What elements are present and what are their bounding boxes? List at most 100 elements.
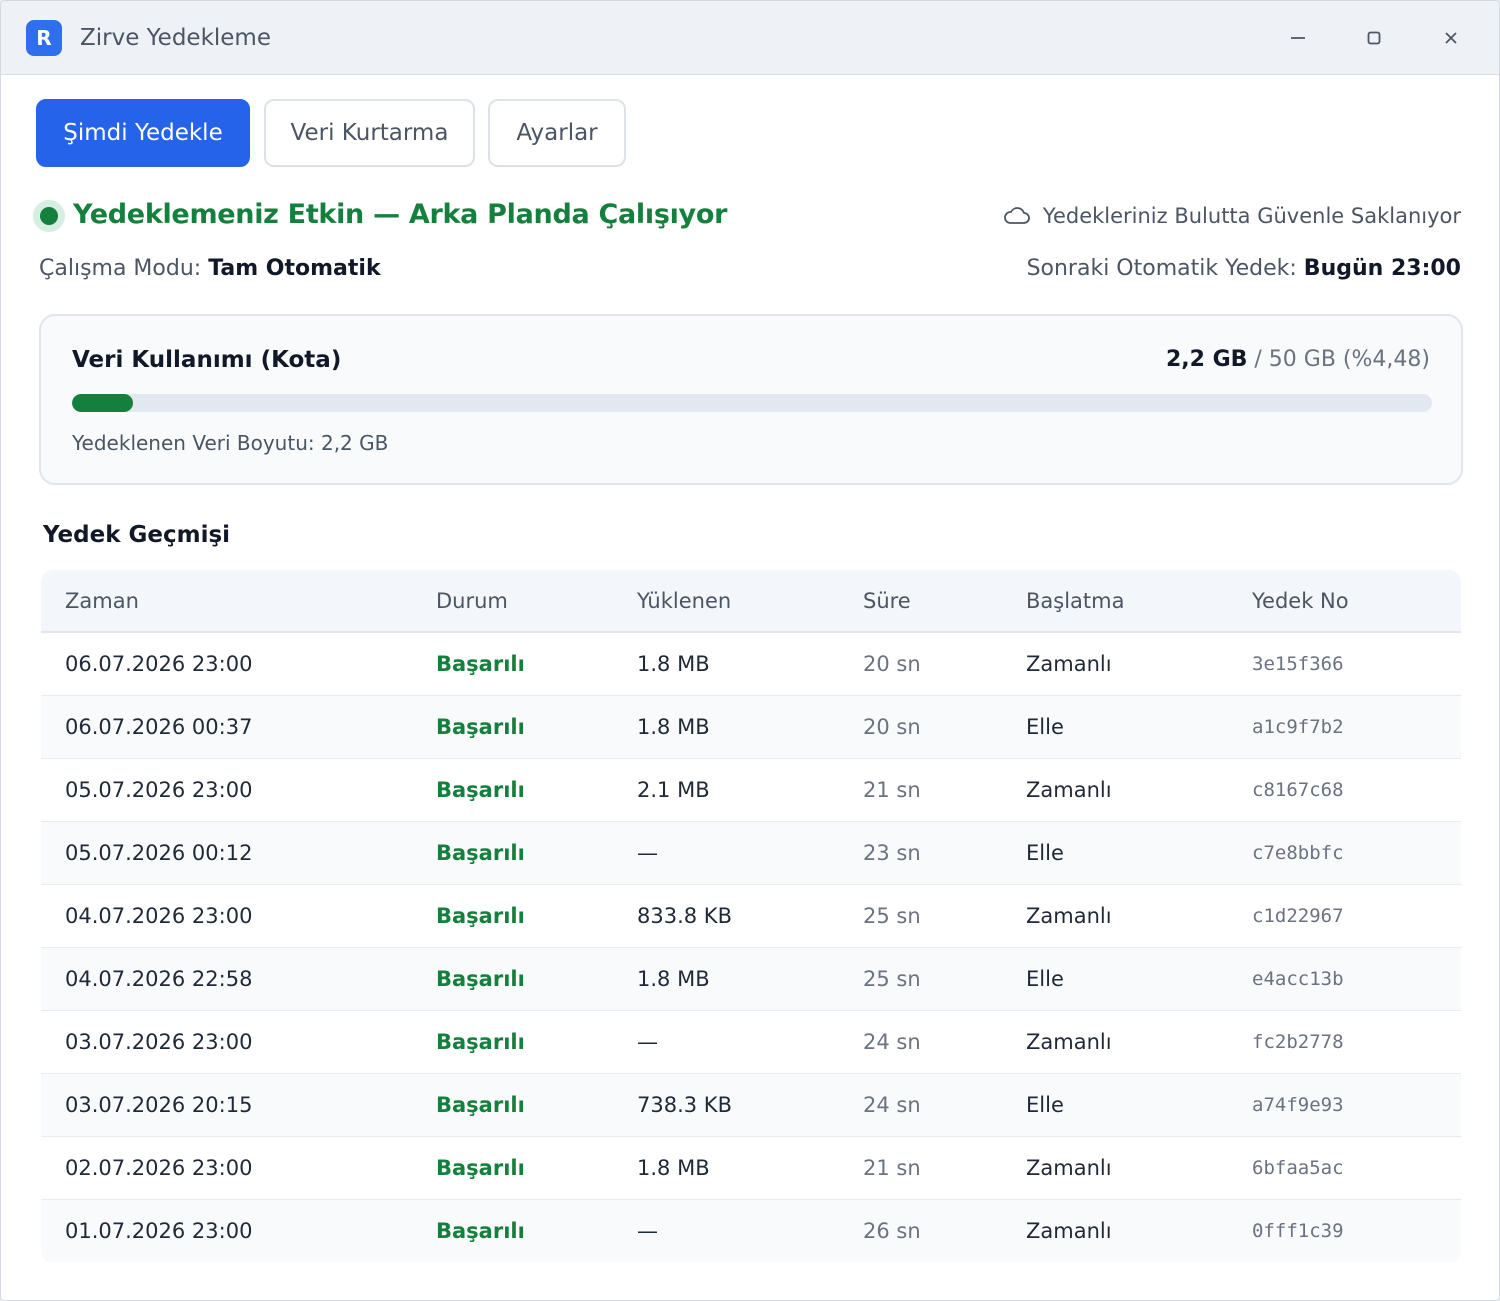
cell-duration: 24 sn — [863, 1073, 1026, 1137]
quota-progress-bar — [72, 394, 1432, 412]
column-header-trigger[interactable]: Başlatma — [1026, 570, 1252, 633]
cell-backup-id: c7e8bbfc — [1252, 821, 1461, 885]
quota-value: 2,2 GB / 50 GB (%4,48) — [1166, 347, 1430, 372]
cell-time: 04.07.2026 23:00 — [41, 884, 436, 948]
status-message: Yedeklemeniz Etkin — Arka Planda Çalışıy… — [73, 199, 728, 230]
cell-uploaded: 833.8 KB — [637, 884, 863, 948]
column-header-status[interactable]: Durum — [436, 570, 637, 633]
cell-status: Başarılı — [436, 1218, 525, 1243]
history-row[interactable]: 04.07.2026 22:58 Başarılı 1.8 MB 25 sn Elle e… — [41, 947, 1461, 1011]
close-button[interactable] — [1436, 23, 1466, 53]
cell-uploaded: — — [637, 1010, 863, 1074]
cell-duration: 24 sn — [863, 1010, 1026, 1074]
cell-trigger: Elle — [1026, 695, 1252, 759]
cell-duration: 25 sn — [863, 947, 1026, 1011]
cell-uploaded: 1.8 MB — [637, 695, 863, 759]
history-row[interactable]: 01.07.2026 23:00 Başarılı — 26 sn Zamanlı 0ff… — [41, 1199, 1461, 1262]
app-title: Zirve Yedekleme — [80, 25, 271, 51]
cell-backup-id: a74f9e93 — [1252, 1073, 1461, 1137]
cell-status: Başarılı — [436, 758, 637, 822]
cell-uploaded: — — [637, 1218, 658, 1243]
minimize-button[interactable] — [1283, 23, 1313, 53]
next-backup-value: Bugün 23:00 — [1303, 256, 1461, 281]
quota-title: Veri Kullanımı (Kota) — [72, 347, 342, 373]
cloud-note-text: Yedekleriniz Bulutta Güvenle Saklanıyor — [1042, 204, 1461, 228]
cell-uploaded: 1.8 MB — [637, 947, 863, 1011]
cell-status: Başarılı — [436, 1010, 637, 1074]
cell-status: Başarılı — [436, 695, 637, 759]
cell-backup-id: 0fff1c39 — [1252, 1219, 1344, 1242]
history-row[interactable]: 04.07.2026 23:00 Başarılı 833.8 KB 25 sn Zam… — [41, 884, 1461, 948]
cell-time: 05.07.2026 23:00 — [41, 758, 436, 822]
cell-time: 06.07.2026 23:00 — [41, 632, 436, 696]
cell-uploaded: 2.1 MB — [637, 758, 863, 822]
cell-trigger: Elle — [1026, 947, 1252, 1011]
cell-trigger: Zamanlı — [1026, 1136, 1252, 1200]
cell-time: 05.07.2026 00:12 — [41, 821, 436, 885]
cell-status: Başarılı — [436, 1073, 637, 1137]
cell-backup-id: e4acc13b — [1252, 947, 1461, 1011]
cell-trigger: Zamanlı — [1026, 1010, 1252, 1074]
next-backup: Sonraki Otomatik Yedek: Bugün 23:00 — [1027, 256, 1461, 281]
cell-time: 02.07.2026 23:00 — [41, 1136, 436, 1200]
history-row[interactable]: 03.07.2026 20:15 Başarılı 738.3 KB 24 sn Ell… — [41, 1073, 1461, 1137]
restore-button[interactable]: Veri Kurtarma — [264, 99, 475, 167]
column-header-backup-id[interactable]: Yedek No — [1252, 570, 1461, 633]
history-row[interactable]: 02.07.2026 23:00 Başarılı 1.8 MB 21 sn Zaman… — [41, 1136, 1461, 1200]
quota-total: / 50 GB (%4,48) — [1254, 347, 1430, 372]
cell-status: Başarılı — [436, 632, 637, 696]
cell-uploaded: 738.3 KB — [637, 1073, 863, 1137]
cell-duration: 20 sn — [863, 632, 1026, 696]
cell-trigger: Zamanlı — [1026, 632, 1252, 696]
quota-used: 2,2 GB — [1165, 347, 1248, 372]
cell-time: 01.07.2026 23:00 — [65, 1218, 253, 1243]
history-row[interactable]: 05.07.2026 23:00 Başarılı 2.1 MB 21 sn Zaman… — [41, 758, 1461, 822]
cell-time: 03.07.2026 23:00 — [41, 1010, 436, 1074]
work-mode-label: Çalışma Modu: — [39, 256, 202, 281]
cell-trigger: Zamanlı — [1026, 884, 1252, 948]
cell-backup-id: c1d22967 — [1252, 884, 1461, 948]
cell-time: 03.07.2026 20:15 — [41, 1073, 436, 1137]
history-row[interactable]: 05.07.2026 00:12 Başarılı —23 sn Elle c7e8bb… — [41, 821, 1461, 885]
cell-time: 06.07.2026 00:37 — [41, 695, 436, 759]
cell-trigger: Elle — [1026, 821, 1252, 885]
backed-up-size: Yedeklenen Veri Boyutu: 2,2 GB — [72, 431, 389, 455]
column-header-uploaded[interactable]: Yüklenen — [637, 570, 863, 633]
backup-now-button[interactable]: Şimdi Yedekle — [36, 99, 250, 167]
status-dot-icon — [33, 200, 65, 232]
close-icon — [1445, 32, 1457, 44]
column-header-time[interactable]: Zaman — [41, 570, 436, 633]
quota-card: Veri Kullanımı (Kota) 2,2 GB / 50 GB (%4… — [39, 314, 1463, 485]
cell-trigger: Zamanlı — [1026, 758, 1252, 822]
quota-progress-fill — [72, 394, 133, 412]
title-bar: R Zirve Yedekleme — [1, 1, 1499, 75]
cell-time: 04.07.2026 22:58 — [41, 947, 436, 1011]
cell-trigger: Elle — [1026, 1073, 1252, 1137]
cloud-icon — [1004, 207, 1030, 224]
maximize-button[interactable] — [1359, 23, 1389, 53]
history-row[interactable]: 06.07.2026 00:37 Başarılı 1.8 MB 20 sn Elle a… — [41, 695, 1461, 759]
cell-status: Başarılı — [436, 947, 637, 1011]
column-header-duration[interactable]: Süre — [863, 570, 1026, 633]
cell-duration: 21 sn — [863, 1136, 1026, 1200]
cell-status: Başarılı — [436, 1136, 637, 1200]
history-header-row: Zaman Durum Yüklenen Süre Başlatma Yedek… — [41, 570, 1461, 633]
cell-uploaded: 1.8 MB — [637, 632, 863, 696]
next-backup-label: Sonraki Otomatik Yedek: — [1026, 256, 1297, 281]
app-logo-icon: R — [26, 20, 62, 56]
app-window: R Zirve Yedekleme Şimdi Yedekle Veri Kur… — [0, 0, 1500, 1301]
history-row[interactable]: 06.07.2026 23:00 Başarılı 1.8 MB 20 sn Zaman… — [41, 632, 1461, 696]
cell-backup-id: 6bfaa5ac — [1252, 1136, 1461, 1200]
history-table: Zaman Durum Yüklenen Süre Başlatma Yedek… — [41, 570, 1461, 1263]
cell-uploaded: — — [637, 821, 863, 885]
maximize-icon — [1367, 31, 1381, 45]
cell-backup-id: c8167c68 — [1252, 758, 1461, 822]
settings-button[interactable]: Ayarlar — [488, 99, 626, 167]
cell-duration: 23 sn — [863, 821, 1026, 885]
history-row[interactable]: 03.07.2026 23:00 Başarılı —24 sn Zamanlı fc2… — [41, 1010, 1461, 1074]
cell-trigger: Zamanlı — [1026, 1218, 1112, 1243]
cell-duration: 21 sn — [863, 758, 1026, 822]
cloud-note: Yedekleriniz Bulutta Güvenle Saklanıyor — [1003, 204, 1461, 228]
work-mode-value: Tam Otomatik — [208, 256, 381, 281]
history-title: Yedek Geçmişi — [43, 522, 231, 548]
